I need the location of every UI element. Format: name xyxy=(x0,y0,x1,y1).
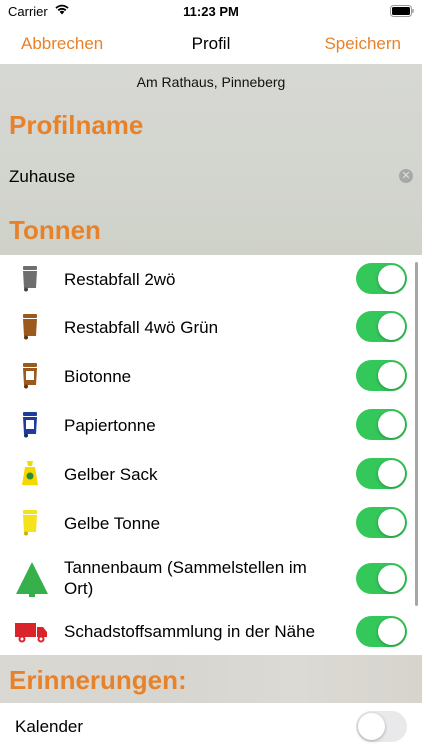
list-item: Restabfall 2wö xyxy=(0,255,422,303)
truck-icon xyxy=(15,623,47,643)
toggle-restabfall-4wo[interactable] xyxy=(356,311,407,342)
list-item: Gelber Sack xyxy=(0,450,422,499)
profile-section-title: Profilname xyxy=(9,110,144,140)
scrollbar[interactable] xyxy=(415,262,418,606)
bin-label: Gelbe Tonne xyxy=(64,514,161,533)
location-label: Am Rathaus, Pinneberg xyxy=(136,74,286,90)
status-bar: Carrier 11:23 PM xyxy=(0,0,422,24)
brown-bin-icon xyxy=(23,314,37,340)
bin-label: Papiertonne xyxy=(64,416,156,435)
paper-bin-icon xyxy=(23,412,37,438)
toggle-biotonne[interactable] xyxy=(356,360,407,391)
bin-label: Tannenbaum (Sammelstellen im Ort) xyxy=(64,558,307,598)
kalender-label: Kalender xyxy=(15,717,84,736)
yellow-bag-icon xyxy=(22,461,38,485)
save-button[interactable]: Speichern xyxy=(324,34,401,54)
bin-label: Restabfall 2wö xyxy=(64,270,176,289)
reminders-section-title: Erinnerungen: xyxy=(9,665,187,695)
toggle-schadstoffsammlung[interactable] xyxy=(356,616,407,647)
list-item: Gelbe Tonne xyxy=(0,499,422,548)
toggle-papiertonne[interactable] xyxy=(356,409,407,440)
clear-circle-icon[interactable]: ✕ xyxy=(399,169,413,183)
bin-label: Gelber Sack xyxy=(64,465,158,484)
toggle-restabfall-2wo[interactable] xyxy=(356,263,407,294)
grey-bin-icon xyxy=(23,266,37,292)
bin-label: Schadstoffsammlung in der Nähe xyxy=(64,622,316,641)
list-item: Tannenbaum (Sammelstellen im Ort) xyxy=(0,548,422,610)
bins-section-title: Tonnen xyxy=(9,215,101,245)
battery-icon xyxy=(390,5,414,17)
list-item: Biotonne xyxy=(0,352,422,401)
toggle-gelbe-tonne[interactable] xyxy=(356,507,407,538)
list-item: Schadstoffsammlung in der Nähe xyxy=(0,610,422,655)
yellow-bin-icon xyxy=(23,510,37,536)
navigation-bar: Abbrechen Profil Speichern xyxy=(0,24,422,64)
list-item: Restabfall 4wö Grün xyxy=(0,303,422,352)
bin-label: Restabfall 4wö Grün xyxy=(64,318,219,337)
toggle-tannenbaum[interactable] xyxy=(356,563,407,594)
clock: 11:23 PM xyxy=(183,4,239,19)
tree-icon xyxy=(16,562,48,597)
bin-label: Biotonne xyxy=(64,367,132,386)
bins-list: Restabfall 2wö Restabfall 4wö Grün Bioto… xyxy=(0,255,422,655)
bio-bin-icon xyxy=(23,363,37,389)
profile-name-field[interactable]: Zuhause xyxy=(9,167,75,187)
toggle-gelber-sack[interactable] xyxy=(356,458,407,489)
list-item: Papiertonne xyxy=(0,401,422,450)
list-item: Kalender xyxy=(0,703,422,750)
toggle-kalender[interactable] xyxy=(356,711,407,742)
